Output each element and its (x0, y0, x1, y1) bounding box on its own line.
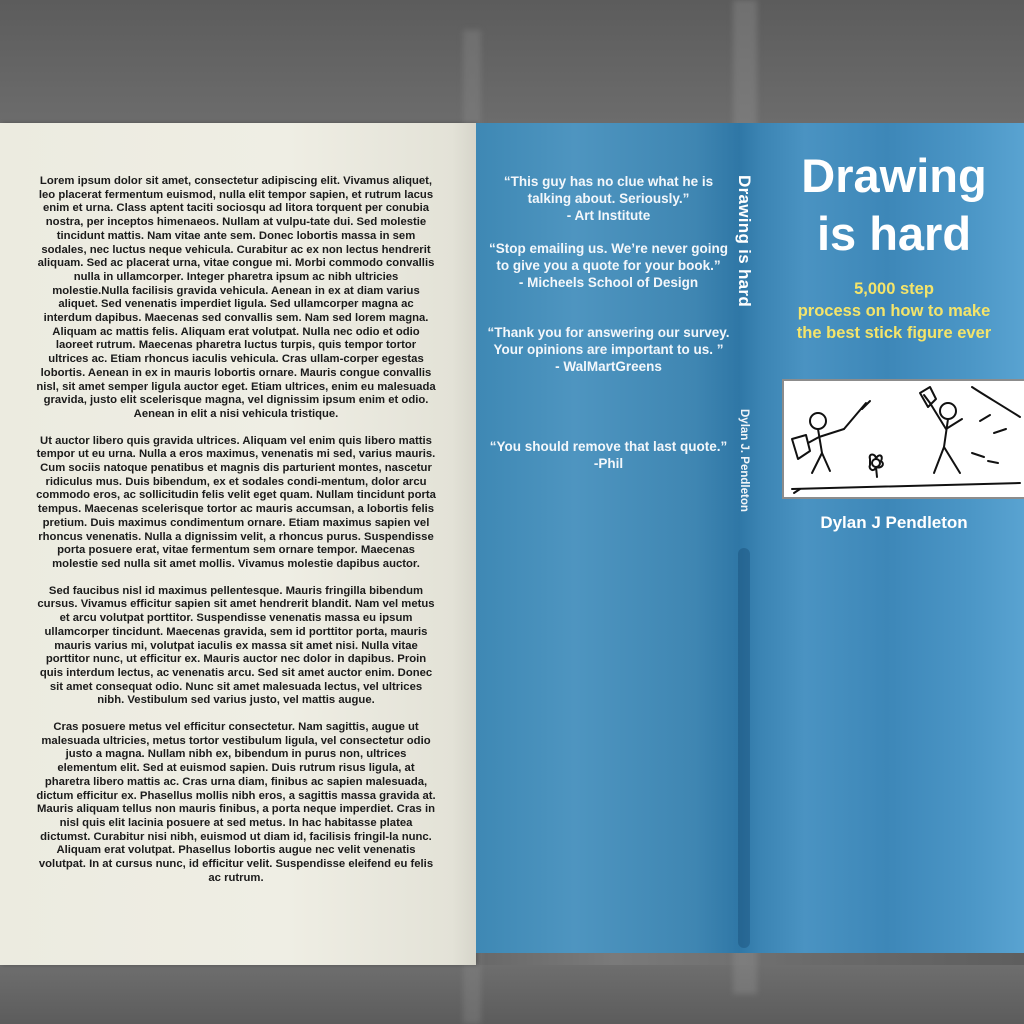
hill-line (971, 386, 1021, 418)
review-quote: “You should remove that last quote.” -Ph… (489, 439, 728, 471)
background-bottom (0, 965, 1024, 1024)
book-title: Drawing is hard (776, 147, 1012, 263)
title-line: Drawing (801, 149, 987, 202)
ground-line (791, 482, 1021, 490)
motion-lines (971, 414, 1007, 464)
flower-stem (875, 466, 878, 478)
cover-author: Dylan J Pendleton (820, 513, 968, 532)
figure-head (939, 402, 957, 420)
flower-center (871, 458, 881, 468)
stick-figure-illustration (782, 379, 1024, 499)
subtitle-line: the best stick figure ever (796, 324, 992, 342)
book-cover: “This guy has no clue what he is talking… (476, 123, 1024, 953)
body-paragraph: Ut auctor libero quis gravida ultrices. … (36, 434, 436, 570)
figure-axe (919, 386, 937, 408)
subtitle-line: process on how to make (797, 302, 991, 320)
figure-body (943, 418, 949, 448)
body-paragraph: Cras posuere metus vel efficitur consect… (36, 721, 436, 884)
figure-legs (933, 446, 961, 474)
spine-title: Drawing is hard (735, 175, 754, 308)
figure-body (817, 428, 823, 454)
figure-legs (811, 452, 831, 474)
stick-figure-drawing (791, 386, 1021, 494)
back-cover-page: Lorem ipsum dolor sit amet, consectetur … (0, 123, 476, 965)
spine-shadow (738, 548, 750, 948)
back-cover-body-text: Lorem ipsum dolor sit amet, consectetur … (36, 175, 436, 898)
body-paragraph: Lorem ipsum dolor sit amet, consectetur … (36, 175, 436, 420)
review-quote: “Stop emailing us. We’re never going to … (488, 241, 729, 290)
book-subtitle: 5,000 step process on how to make the be… (776, 278, 1012, 344)
figure-arms (929, 402, 963, 430)
figure-head (809, 412, 827, 430)
review-quote: “This guy has no clue what he is talking… (503, 174, 714, 223)
figure-shield (791, 434, 811, 460)
title-line: is hard (816, 207, 972, 260)
spine-author: Dylan J. Pendleton (738, 409, 750, 512)
review-quote: “Thank you for answering our survey. You… (487, 325, 730, 374)
body-paragraph: Sed faucibus nisl id maximus pellentesqu… (37, 584, 435, 707)
figure-sword (843, 400, 871, 430)
background-top (0, 0, 1024, 123)
figure-arms (807, 428, 845, 444)
subtitle-line: 5,000 step (854, 280, 934, 298)
